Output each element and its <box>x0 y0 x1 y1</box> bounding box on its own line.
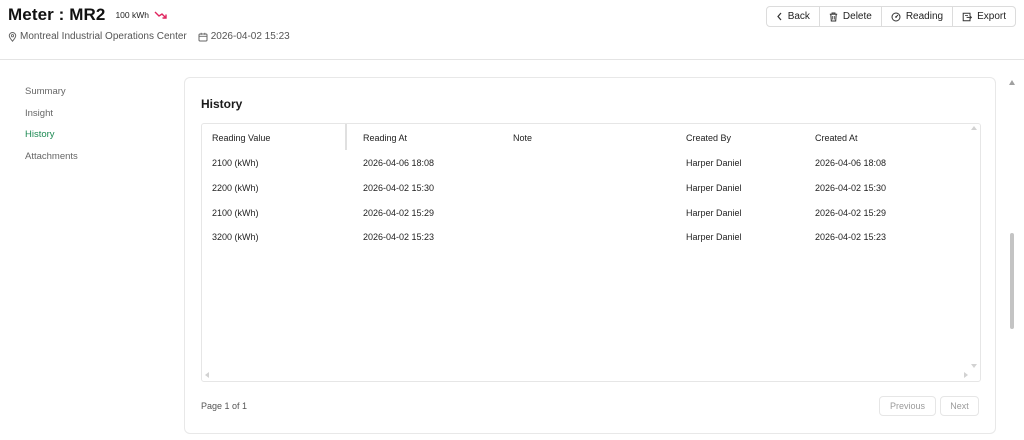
cell-reading-at: 2026-04-02 15:29 <box>363 208 435 218</box>
export-icon <box>962 12 973 21</box>
table-scroll-up-icon[interactable] <box>971 126 977 130</box>
export-label: Export <box>977 11 1006 22</box>
cell-reading-at: 2026-04-06 18:08 <box>363 158 435 168</box>
history-title: History <box>201 97 243 111</box>
column-resize-handle[interactable] <box>345 124 347 150</box>
nav-item-summary[interactable]: Summary <box>25 86 78 108</box>
cell-created-by: Harper Daniel <box>686 232 742 242</box>
reading-badge-value: 100 kWh <box>115 10 149 20</box>
export-button[interactable]: Export <box>952 7 1015 26</box>
cell-reading-at: 2026-04-02 15:23 <box>363 232 435 242</box>
cell-reading-at: 2026-04-02 15:30 <box>363 183 435 193</box>
cell-reading-value: 2100 (kWh) <box>212 158 259 168</box>
next-button[interactable]: Next <box>940 396 979 416</box>
page-info: Page 1 of 1 <box>201 401 248 411</box>
nav-item-attachments[interactable]: Attachments <box>25 151 78 173</box>
pagination: Previous Next <box>879 396 979 416</box>
table-scroll-right-icon[interactable] <box>964 372 968 378</box>
cell-reading-value: 2200 (kWh) <box>212 183 259 193</box>
table-scroll-left-icon[interactable] <box>205 372 209 378</box>
history-table: Reading Value Reading At Note Created By… <box>201 123 981 382</box>
column-header-reading-value[interactable]: Reading Value <box>212 133 270 143</box>
scroll-thumb[interactable] <box>1010 233 1014 329</box>
toolbar: Back Delete Reading Export <box>765 6 1016 27</box>
location: Montreal Industrial Operations Center <box>8 31 187 42</box>
previous-button[interactable]: Previous <box>879 396 936 416</box>
section-nav: Summary Insight History Attachments <box>25 86 78 172</box>
column-header-created-by[interactable]: Created By <box>686 133 731 143</box>
gauge-icon <box>891 12 901 21</box>
cell-created-by: Harper Daniel <box>686 158 742 168</box>
datetime-text: 2026-04-02 15:23 <box>210 31 290 42</box>
location-pin-icon <box>8 31 17 42</box>
history-panel: History Reading Value Reading At Note Cr… <box>184 77 996 434</box>
meta-row: Montreal Industrial Operations Center 20… <box>8 31 290 42</box>
cell-created-at: 2026-04-02 15:30 <box>815 183 887 193</box>
column-header-reading-at[interactable]: Reading At <box>363 133 407 143</box>
cell-reading-value: 2100 (kWh) <box>212 208 259 218</box>
title-row: Meter : MR2 100 kWh <box>8 5 168 25</box>
cell-created-by: Harper Daniel <box>686 208 742 218</box>
scroll-up-arrow-icon[interactable] <box>1009 80 1015 85</box>
location-text: Montreal Industrial Operations Center <box>20 31 187 42</box>
nav-item-insight[interactable]: Insight <box>25 108 78 130</box>
calendar-icon <box>198 32 208 41</box>
back-button[interactable]: Back <box>767 7 819 26</box>
delete-button[interactable]: Delete <box>818 7 881 26</box>
reading-label: Reading <box>905 11 944 22</box>
chevron-left-icon <box>776 12 782 21</box>
page-title: Meter : MR2 <box>8 5 106 24</box>
cell-created-at: 2026-04-02 15:23 <box>815 232 887 242</box>
table-scroll-down-icon[interactable] <box>971 364 977 368</box>
cell-created-at: 2026-04-02 15:29 <box>815 208 887 218</box>
column-header-note[interactable]: Note <box>513 133 532 143</box>
page-header: Meter : MR2 100 kWh Montreal Industrial … <box>0 0 1024 60</box>
column-header-created-at[interactable]: Created At <box>815 133 858 143</box>
cell-reading-value: 3200 (kWh) <box>212 232 259 242</box>
trash-icon <box>829 12 838 21</box>
back-label: Back <box>787 11 810 22</box>
page-scrollbar[interactable] <box>1008 76 1016 440</box>
delete-label: Delete <box>842 11 872 22</box>
reading-badge: 100 kWh <box>115 10 168 20</box>
trend-down-icon <box>154 11 167 19</box>
reading-button[interactable]: Reading <box>880 7 952 26</box>
cell-created-at: 2026-04-06 18:08 <box>815 158 887 168</box>
cell-created-by: Harper Daniel <box>686 183 742 193</box>
nav-item-history[interactable]: History <box>25 129 78 151</box>
datetime: 2026-04-02 15:23 <box>198 31 290 42</box>
